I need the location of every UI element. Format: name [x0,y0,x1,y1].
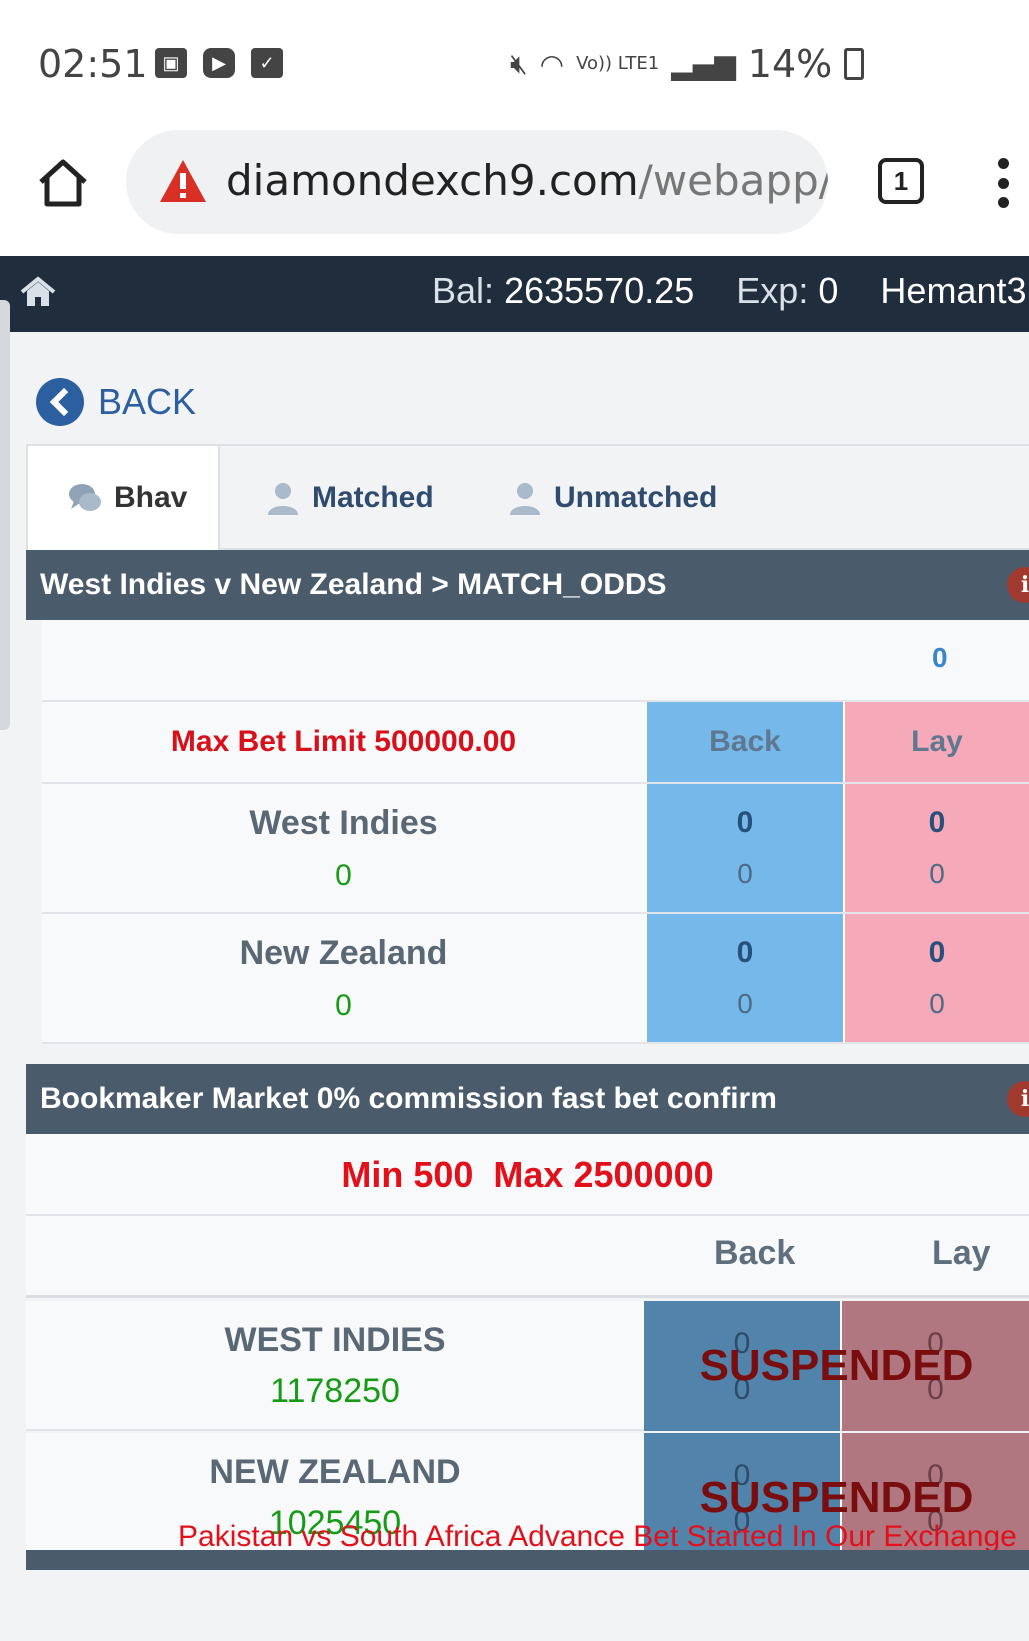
back-odds-cell[interactable]: 0 0 [645,784,843,912]
more-menu-icon[interactable] [996,158,1010,208]
lay-odds-cell[interactable]: 0 0 [843,784,1029,912]
top-value: 0 [932,642,948,673]
browser-toolbar: diamondexch9.com/webapp/b 1 [0,120,1029,256]
runner-row: West Indies 0 0 0 0 0 [42,784,1029,914]
wifi-icon: ◠ [539,47,565,81]
max-bet-limit: Max Bet Limit 500000.00 [170,725,517,758]
lay-size: 0 [929,858,945,889]
exposure-value: 0 [818,270,839,311]
url-text[interactable]: diamondexch9.com/webapp/b [226,156,828,205]
runner-name: NEW ZEALAND [209,1453,461,1491]
runner-name: New Zealand [239,933,448,972]
lay-odds-cell[interactable]: 0 0 [843,914,1029,1042]
runner-name: West Indies [249,803,438,842]
signal-icon: ▂▄▆ [671,47,736,81]
tab-matched-label: Matched [312,481,434,514]
lay-column-label: Lay [911,725,963,758]
tab-bhav[interactable]: Bhav [26,446,220,550]
tab-unmatched[interactable]: Unmatched [508,446,717,550]
battery-charging-icon [844,48,865,80]
back-label: BACK [98,381,197,422]
status-right: 🔇︎ ◠ Vo)) LTE1 ▂▄▆ 14% [510,42,865,86]
not-secure-warning-icon[interactable] [158,158,208,204]
tab-matched[interactable]: Matched [266,446,434,550]
match-odds-top-row: 0 [42,620,1029,702]
runner-row: New Zealand 0 0 0 0 0 [42,914,1029,1044]
exposure-label: Exp: [736,270,809,311]
back-column-label: Back [709,725,781,758]
bookmaker-runner-row: WEST INDIES 1178250 0 0 0 0 SUSPENDED [26,1301,1029,1431]
runner-name: WEST INDIES [224,1321,446,1359]
battery-percent: 14% [747,42,833,86]
scroll-indicator[interactable] [0,300,10,730]
youtube-icon: ▶ [203,48,235,78]
tab-unmatched-label: Unmatched [554,481,718,514]
info-icon[interactable]: i [1007,567,1029,603]
bookmaker-title: Bookmaker Market 0% commission fast bet … [40,1082,777,1115]
suspended-overlay: SUSPENDED [699,1341,974,1390]
match-odds-title: West Indies v New Zealand > MATCH_ODDS [40,568,667,601]
back-size: 0 [737,858,753,889]
runner-position: 0 [335,858,352,892]
back-size: 0 [737,988,753,1019]
runner-position: 0 [335,988,352,1022]
app-header: Bal: 2635570.25 Exp: 0 Hemant3 [0,256,1029,332]
back-column-label: Back [714,1234,796,1272]
checkbox-icon: ✓ [251,48,283,78]
bookmaker-header: Bookmaker Market 0% commission fast bet … [26,1064,1029,1134]
match-odds-header: West Indies v New Zealand > MATCH_ODDS i [26,550,1029,620]
info-icon[interactable]: i [1007,1081,1029,1117]
app-home-icon[interactable] [20,276,56,308]
lay-odd: 0 [928,806,946,839]
bookmaker-limits: Min 500 Max 2500000 [26,1134,1029,1216]
lay-column-label: Lay [932,1234,991,1272]
chevron-left-icon [36,378,84,426]
notification-icons: ▣ ▶ ✓ [155,48,283,78]
address-bar[interactable]: diamondexch9.com/webapp/b [126,130,828,234]
runner-position: 1178250 [270,1372,400,1410]
balance-value: 2635570.25 [504,270,695,311]
account-summary: Bal: 2635570.25 Exp: 0 Hemant3 [432,270,1027,312]
back-odds-cell[interactable]: 0 0 [645,914,843,1042]
mute-icon: 🔇︎ [510,47,528,80]
match-odds-column-header: Max Bet Limit 500000.00 Back Lay [42,702,1029,784]
url-domain: diamondexch9.com [226,156,639,205]
username[interactable]: Hemant3 [880,270,1026,311]
lay-size: 0 [929,988,945,1019]
status-bar: 02:51 ▣ ▶ ✓ 🔇︎ ◠ Vo)) LTE1 ▂▄▆ 14% [0,0,1029,120]
back-odd: 0 [736,936,754,969]
bookmaker-column-header: Back Lay [26,1216,1029,1298]
home-icon[interactable] [36,156,90,210]
back-odd: 0 [736,806,754,839]
gallery-icon: ▣ [155,48,187,78]
next-section-header [26,1550,1029,1570]
news-ticker: Pakistan vs South Africa Advance Bet Sta… [178,1520,1017,1553]
back-button[interactable]: BACK [36,378,196,426]
network-type: Vo)) LTE1 [576,53,660,74]
tab-switcher-button[interactable]: 1 [878,158,924,204]
lay-odd: 0 [928,936,946,969]
user-icon [510,483,540,515]
tab-bhav-label: Bhav [114,481,188,514]
url-path: /webapp/b [638,156,828,205]
user-icon [268,483,298,515]
status-time: 02:51 [38,42,148,86]
balance-label: Bal: [432,270,495,311]
main-content: BACK Bhav Matched Unmatched West Indies … [0,332,1029,1641]
bet-tabs: Bhav Matched Unmatched [26,444,1029,550]
chat-bubbles-icon [69,484,101,511]
